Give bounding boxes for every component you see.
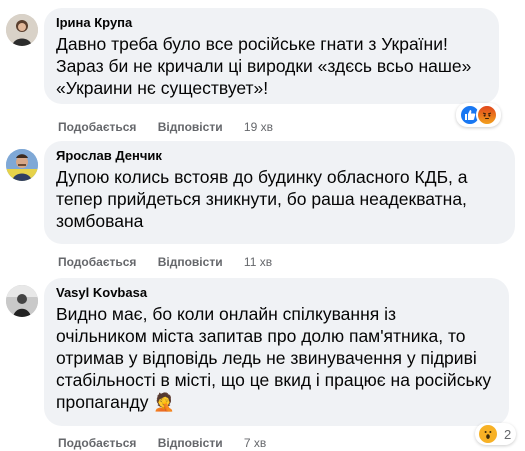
comment-time[interactable]: 11 хв <box>244 254 272 270</box>
wow-icon <box>477 423 499 445</box>
like-button[interactable]: Подобається <box>58 254 136 270</box>
angry-icon <box>476 104 498 126</box>
like-button[interactable]: Подобається <box>58 435 136 451</box>
comment-line: очільником міста запитав про долю пам'ят… <box>56 326 466 346</box>
reaction-summary[interactable] <box>456 103 501 127</box>
comment-time[interactable]: 7 хв <box>244 435 266 451</box>
avatar[interactable] <box>6 149 38 181</box>
comment-text: Давно треба було все російське гнати з У… <box>56 33 487 99</box>
comment-line: стабільності в місті, що це вкид і працю… <box>56 370 492 390</box>
comment-author[interactable]: Vasyl Kovbasa <box>56 285 497 301</box>
comment-line: Давно треба було все російське гнати з У… <box>56 34 448 54</box>
comment-line-last: пропаганду 🤦 <box>56 391 497 413</box>
comment-line: пропаганду <box>56 392 149 412</box>
like-button[interactable]: Подобається <box>58 119 136 135</box>
reply-button[interactable]: Відповісти <box>158 435 223 451</box>
comment-author[interactable]: Ярослав Денчик <box>56 148 503 164</box>
comment-line: Видно має, бо коли онлайн спілкування із <box>56 304 396 324</box>
reply-button[interactable]: Відповісти <box>158 254 223 270</box>
reaction-count: 2 <box>504 426 512 442</box>
comment-line: Зараз би не кричали ці виродки «здєсь вс… <box>56 56 472 76</box>
comment-bubble: Ірина Крупа Давно треба було все російсь… <box>44 8 499 104</box>
comment-line: «Украини нє существует»! <box>56 78 269 98</box>
comment-time[interactable]: 19 хв <box>244 119 273 135</box>
comment-line: тепер прийдеться зникнути, бо раша неаде… <box>56 189 467 209</box>
reply-button[interactable]: Відповісти <box>158 119 223 135</box>
comment-actions: Подобається Відповісти 19 хв <box>58 119 273 135</box>
comment-bubble: Vasyl Kovbasa Видно має, бо коли онлайн … <box>44 278 509 426</box>
comment-text: Дупою колись встояв до будинку обласного… <box>56 166 503 232</box>
comment-author[interactable]: Ірина Крупа <box>56 15 487 31</box>
comment-line: Дупою колись встояв до будинку обласного… <box>56 167 468 187</box>
comment-actions: Подобається Відповісти 7 хв <box>58 435 266 451</box>
reaction-summary[interactable]: 2 <box>475 423 517 445</box>
avatar[interactable] <box>6 285 38 317</box>
facepalm-emoji: 🤦 <box>153 392 176 412</box>
comment-text: Видно має, бо коли онлайн спілкування із… <box>56 303 497 413</box>
comment-line: зомбована <box>56 211 144 231</box>
comment-actions: Подобається Відповісти 11 хв <box>58 254 272 270</box>
comment-bubble: Ярослав Денчик Дупою колись встояв до бу… <box>44 141 515 244</box>
avatar[interactable] <box>6 14 38 46</box>
comment-line: отримав у відповідь ледь не звинувачення… <box>56 348 477 368</box>
